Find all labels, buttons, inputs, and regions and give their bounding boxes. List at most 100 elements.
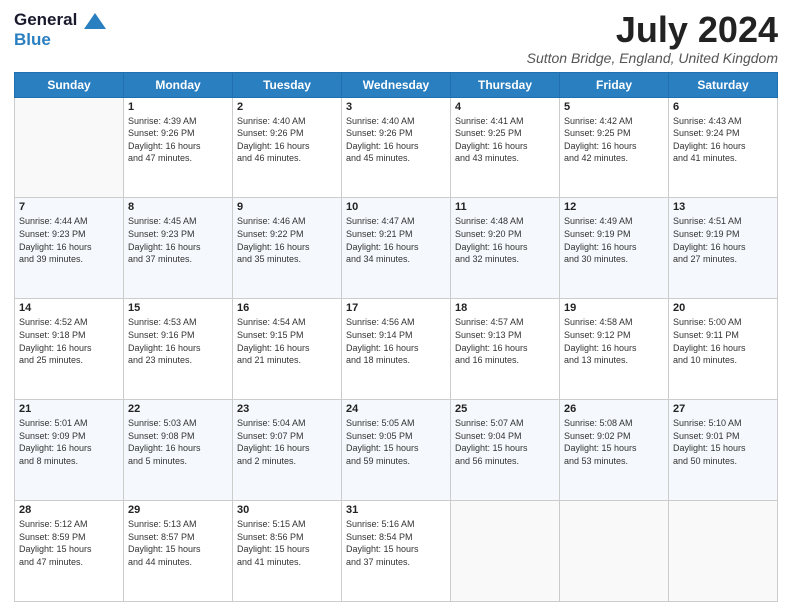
- day-info: Sunrise: 4:56 AM Sunset: 9:14 PM Dayligh…: [346, 316, 446, 366]
- day-number: 12: [564, 201, 664, 213]
- day-cell: [15, 97, 124, 198]
- title-block: July 2024 Sutton Bridge, England, United…: [527, 10, 778, 66]
- day-number: 16: [237, 302, 337, 314]
- logo-icon: [84, 13, 106, 29]
- day-cell: 26 Sunrise: 5:08 AM Sunset: 9:02 PM Dayli…: [560, 400, 669, 501]
- day-cell: 20 Sunrise: 5:00 AM Sunset: 9:11 PM Dayli…: [669, 299, 778, 400]
- week-row-5: 28Sunrise: 5:12 AM Sunset: 8:59 PM Dayli…: [15, 501, 778, 602]
- day-cell: 12 Sunrise: 4:49 AM Sunset: 9:19 PM Dayli…: [560, 198, 669, 299]
- day-number: 9: [237, 201, 337, 213]
- logo-line2: Blue: [14, 30, 106, 50]
- day-cell: [451, 501, 560, 602]
- day-cell: [560, 501, 669, 602]
- day-info: Sunrise: 5:00 AM Sunset: 9:11 PM Dayligh…: [673, 316, 773, 366]
- day-cell: 18 Sunrise: 4:57 AM Sunset: 9:13 PM Dayli…: [451, 299, 560, 400]
- day-number: 18: [455, 302, 555, 314]
- day-number: 25: [455, 403, 555, 415]
- day-cell: 17 Sunrise: 4:56 AM Sunset: 9:14 PM Dayli…: [342, 299, 451, 400]
- day-cell: 15 Sunrise: 4:53 AM Sunset: 9:16 PM Dayli…: [124, 299, 233, 400]
- day-info: Sunrise: 5:03 AM Sunset: 9:08 PM Dayligh…: [128, 417, 228, 467]
- day-cell: 5Sunrise: 4:42 AM Sunset: 9:25 PM Daylig…: [560, 97, 669, 198]
- week-row-2: 7 Sunrise: 4:44 AM Sunset: 9:23 PM Daylig…: [15, 198, 778, 299]
- day-cell: 14 Sunrise: 4:52 AM Sunset: 9:18 PM Dayli…: [15, 299, 124, 400]
- day-number: 15: [128, 302, 228, 314]
- week-row-4: 21 Sunrise: 5:01 AM Sunset: 9:09 PM Dayli…: [15, 400, 778, 501]
- day-info: Sunrise: 4:49 AM Sunset: 9:19 PM Dayligh…: [564, 215, 664, 265]
- day-cell: 11Sunrise: 4:48 AM Sunset: 9:20 PM Dayli…: [451, 198, 560, 299]
- day-number: 19: [564, 302, 664, 314]
- day-number: 23: [237, 403, 337, 415]
- day-number: 3: [346, 101, 446, 113]
- logo: General Blue: [14, 10, 106, 49]
- day-info: Sunrise: 4:43 AM Sunset: 9:24 PM Dayligh…: [673, 115, 773, 165]
- day-info: Sunrise: 4:44 AM Sunset: 9:23 PM Dayligh…: [19, 215, 119, 265]
- header-monday: Monday: [124, 72, 233, 97]
- day-number: 31: [346, 504, 446, 516]
- day-cell: 19 Sunrise: 4:58 AM Sunset: 9:12 PM Dayli…: [560, 299, 669, 400]
- day-number: 8: [128, 201, 228, 213]
- day-cell: 21 Sunrise: 5:01 AM Sunset: 9:09 PM Dayli…: [15, 400, 124, 501]
- day-cell: 13 Sunrise: 4:51 AM Sunset: 9:19 PM Dayli…: [669, 198, 778, 299]
- day-number: 10: [346, 201, 446, 213]
- day-info: Sunrise: 4:46 AM Sunset: 9:22 PM Dayligh…: [237, 215, 337, 265]
- day-cell: 2Sunrise: 4:40 AM Sunset: 9:26 PM Daylig…: [233, 97, 342, 198]
- day-number: 27: [673, 403, 773, 415]
- day-number: 24: [346, 403, 446, 415]
- header-tuesday: Tuesday: [233, 72, 342, 97]
- day-info: Sunrise: 4:47 AM Sunset: 9:21 PM Dayligh…: [346, 215, 446, 265]
- day-cell: 22 Sunrise: 5:03 AM Sunset: 9:08 PM Dayli…: [124, 400, 233, 501]
- day-info: Sunrise: 4:40 AM Sunset: 9:26 PM Dayligh…: [346, 115, 446, 165]
- header-thursday: Thursday: [451, 72, 560, 97]
- day-cell: 6Sunrise: 4:43 AM Sunset: 9:24 PM Daylig…: [669, 97, 778, 198]
- day-info: Sunrise: 5:08 AM Sunset: 9:02 PM Dayligh…: [564, 417, 664, 467]
- day-info: Sunrise: 4:57 AM Sunset: 9:13 PM Dayligh…: [455, 316, 555, 366]
- day-number: 1: [128, 101, 228, 113]
- day-number: 21: [19, 403, 119, 415]
- day-number: 26: [564, 403, 664, 415]
- day-info: Sunrise: 5:10 AM Sunset: 9:01 PM Dayligh…: [673, 417, 773, 467]
- logo-general: General: [14, 10, 77, 29]
- day-cell: 9 Sunrise: 4:46 AM Sunset: 9:22 PM Daylig…: [233, 198, 342, 299]
- header-friday: Friday: [560, 72, 669, 97]
- page: General Blue July 2024 Sutton Bridge, En…: [0, 0, 792, 612]
- day-info: Sunrise: 4:53 AM Sunset: 9:16 PM Dayligh…: [128, 316, 228, 366]
- day-info: Sunrise: 5:01 AM Sunset: 9:09 PM Dayligh…: [19, 417, 119, 467]
- day-info: Sunrise: 4:51 AM Sunset: 9:19 PM Dayligh…: [673, 215, 773, 265]
- day-cell: 10 Sunrise: 4:47 AM Sunset: 9:21 PM Dayli…: [342, 198, 451, 299]
- day-cell: 28Sunrise: 5:12 AM Sunset: 8:59 PM Dayli…: [15, 501, 124, 602]
- day-cell: 29Sunrise: 5:13 AM Sunset: 8:57 PM Dayli…: [124, 501, 233, 602]
- calendar: Sunday Monday Tuesday Wednesday Thursday…: [14, 72, 778, 602]
- header-sunday: Sunday: [15, 72, 124, 97]
- day-info: Sunrise: 4:48 AM Sunset: 9:20 PM Dayligh…: [455, 215, 555, 265]
- day-cell: 16Sunrise: 4:54 AM Sunset: 9:15 PM Dayli…: [233, 299, 342, 400]
- day-cell: [669, 501, 778, 602]
- day-info: Sunrise: 5:04 AM Sunset: 9:07 PM Dayligh…: [237, 417, 337, 467]
- day-number: 13: [673, 201, 773, 213]
- subtitle: Sutton Bridge, England, United Kingdom: [527, 50, 778, 66]
- day-cell: 7 Sunrise: 4:44 AM Sunset: 9:23 PM Daylig…: [15, 198, 124, 299]
- week-row-1: 1Sunrise: 4:39 AM Sunset: 9:26 PM Daylig…: [15, 97, 778, 198]
- day-info: Sunrise: 4:42 AM Sunset: 9:25 PM Dayligh…: [564, 115, 664, 165]
- week-row-3: 14 Sunrise: 4:52 AM Sunset: 9:18 PM Dayli…: [15, 299, 778, 400]
- day-info: Sunrise: 4:52 AM Sunset: 9:18 PM Dayligh…: [19, 316, 119, 366]
- day-cell: 4Sunrise: 4:41 AM Sunset: 9:25 PM Daylig…: [451, 97, 560, 198]
- day-number: 22: [128, 403, 228, 415]
- day-cell: 1Sunrise: 4:39 AM Sunset: 9:26 PM Daylig…: [124, 97, 233, 198]
- day-number: 17: [346, 302, 446, 314]
- header: General Blue July 2024 Sutton Bridge, En…: [14, 10, 778, 66]
- day-number: 20: [673, 302, 773, 314]
- day-info: Sunrise: 5:12 AM Sunset: 8:59 PM Dayligh…: [19, 518, 119, 568]
- day-number: 7: [19, 201, 119, 213]
- day-number: 29: [128, 504, 228, 516]
- day-cell: 23 Sunrise: 5:04 AM Sunset: 9:07 PM Dayli…: [233, 400, 342, 501]
- day-info: Sunrise: 4:45 AM Sunset: 9:23 PM Dayligh…: [128, 215, 228, 265]
- main-title: July 2024: [527, 10, 778, 50]
- day-cell: 24 Sunrise: 5:05 AM Sunset: 9:05 PM Dayli…: [342, 400, 451, 501]
- day-info: Sunrise: 4:58 AM Sunset: 9:12 PM Dayligh…: [564, 316, 664, 366]
- day-info: Sunrise: 5:05 AM Sunset: 9:05 PM Dayligh…: [346, 417, 446, 467]
- header-wednesday: Wednesday: [342, 72, 451, 97]
- day-number: 14: [19, 302, 119, 314]
- day-info: Sunrise: 5:16 AM Sunset: 8:54 PM Dayligh…: [346, 518, 446, 568]
- day-number: 4: [455, 101, 555, 113]
- day-cell: 27 Sunrise: 5:10 AM Sunset: 9:01 PM Dayli…: [669, 400, 778, 501]
